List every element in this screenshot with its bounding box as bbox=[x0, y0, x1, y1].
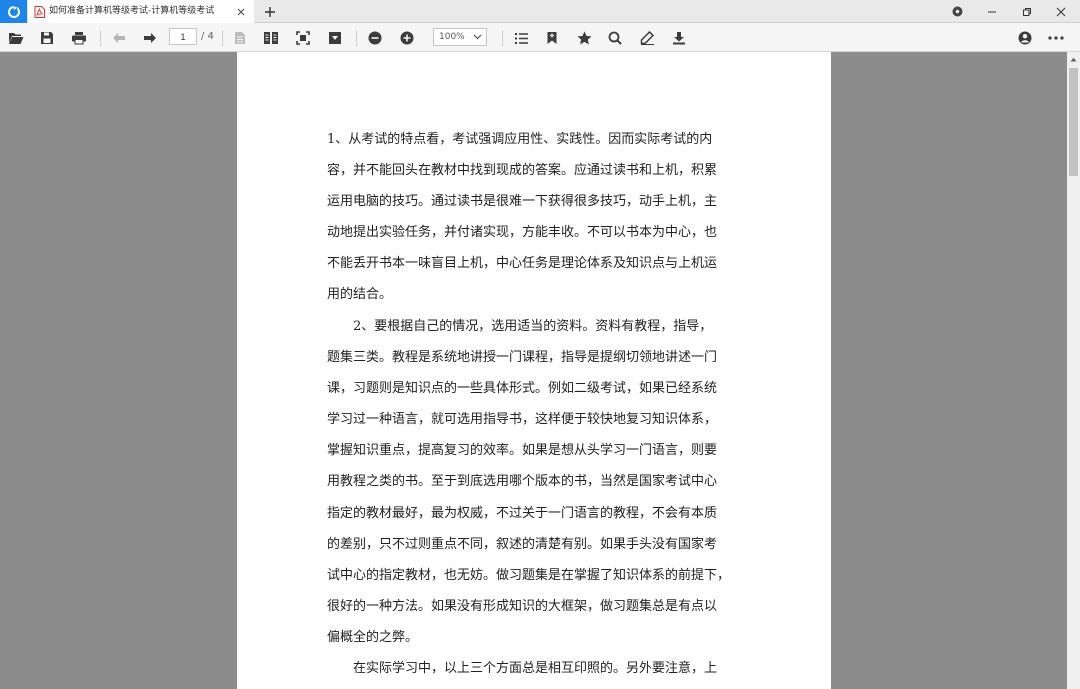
paragraph-1: 1、从考试的特点看，考试强调应用性、实践性。因而实际考试的内 容，并不能回头在教… bbox=[327, 124, 741, 311]
toolbar-separator bbox=[100, 30, 101, 46]
app-menu-button[interactable] bbox=[0, 0, 27, 23]
search-icon bbox=[608, 31, 622, 45]
minimize-button[interactable] bbox=[975, 0, 1009, 23]
document-viewer[interactable]: 1、从考试的特点看，考试强调应用性、实践性。因而实际考试的内 容，并不能回头在教… bbox=[0, 52, 1067, 689]
print-button[interactable] bbox=[68, 27, 90, 49]
scroll-thumb[interactable] bbox=[1069, 68, 1078, 176]
zoom-in-icon bbox=[400, 31, 414, 45]
paragraph-3: 在实际学习中，以上三个方面总是相互印照的。另外要注意，上 bbox=[327, 653, 741, 684]
text-line: 不能丢开书本一味盲目上机，中心任务是理论体系及知识点与上机运 bbox=[327, 256, 718, 272]
document-tab[interactable]: 如何准备计算机等级考试-计算机等级考试 bbox=[28, 0, 254, 23]
plus-icon bbox=[265, 7, 275, 17]
text-line: 指定的教材最好，最为权威，不过关于一门语言的教程，不会有本质 bbox=[327, 505, 718, 521]
zoom-select[interactable]: 100% bbox=[433, 28, 487, 46]
fit-page-button[interactable] bbox=[292, 27, 314, 49]
zoom-value: 100% bbox=[439, 32, 465, 42]
single-page-icon bbox=[235, 32, 245, 44]
text-line: 用教程之类的书。至于到底选用哪个版本的书，当然是国家考试中心 bbox=[327, 474, 718, 490]
text-line: 动地提出实验任务，并付诸实现，方能丰收。不可以书本为中心，也 bbox=[327, 225, 718, 241]
text-line: 运用电脑的技巧。通过读书是很难一下获得很多技巧，动手上机，主 bbox=[327, 194, 718, 210]
pen-icon bbox=[640, 31, 654, 45]
text-line: 用的结合。 bbox=[327, 287, 393, 303]
text-line: 掌握知识重点，提高复习的效率。如果是想从头学习一门语言，则要 bbox=[327, 443, 718, 459]
help-button[interactable] bbox=[940, 0, 974, 23]
toolbar-separator bbox=[222, 30, 223, 46]
text-line: 2、要根据自己的情况，选用适当的资料。资料有教程，指导， bbox=[327, 319, 713, 334]
page-number-input[interactable] bbox=[169, 28, 197, 45]
download-button[interactable] bbox=[668, 27, 690, 49]
toolbar-separator bbox=[502, 30, 503, 46]
scroll-up-button[interactable] bbox=[1067, 52, 1080, 66]
page-total-label: / 4 bbox=[201, 31, 214, 42]
two-page-button[interactable] bbox=[260, 27, 282, 49]
text-line: 题集三类。教程是系统地讲授一门课程，指导是提纲切领地讲述一门 bbox=[327, 350, 718, 366]
toolbar: / 4 bbox=[0, 23, 1080, 52]
close-icon bbox=[1056, 7, 1066, 16]
bookmark-icon bbox=[547, 32, 557, 44]
zoom-in-button[interactable] bbox=[396, 27, 418, 49]
refresh-icon bbox=[7, 4, 20, 18]
printer-icon bbox=[72, 32, 86, 45]
download-icon bbox=[673, 32, 685, 45]
pdf-page: 1、从考试的特点看，考试强调应用性、实践性。因而实际考试的内 容，并不能回头在教… bbox=[237, 52, 831, 689]
vertical-scrollbar[interactable] bbox=[1067, 52, 1080, 689]
restore-icon bbox=[1023, 7, 1031, 16]
restore-button[interactable] bbox=[1010, 0, 1044, 23]
more-icon bbox=[1048, 36, 1064, 40]
forward-button[interactable] bbox=[139, 27, 161, 49]
open-file-button[interactable] bbox=[5, 27, 27, 49]
search-button[interactable] bbox=[604, 27, 626, 49]
paragraph-2: 2、要根据自己的情况，选用适当的资料。资料有教程，指导， 题集三类。教程是系统地… bbox=[327, 311, 741, 653]
outline-button[interactable] bbox=[510, 27, 532, 49]
two-page-icon bbox=[264, 32, 278, 44]
single-page-button[interactable] bbox=[229, 27, 251, 49]
tab-title: 如何准备计算机等级考试-计算机等级考试 bbox=[49, 6, 215, 16]
minimize-icon bbox=[988, 11, 996, 12]
close-window-button[interactable] bbox=[1044, 0, 1078, 23]
annotate-button[interactable] bbox=[636, 27, 658, 49]
text-line: 的差别，只不过则重点不同，叙述的清楚有别。如果手头没有国家考 bbox=[327, 536, 718, 552]
close-icon bbox=[237, 8, 245, 15]
account-button[interactable] bbox=[1014, 27, 1036, 49]
zoom-out-icon bbox=[368, 31, 382, 45]
toolbar-separator bbox=[356, 30, 357, 46]
star-icon bbox=[577, 31, 591, 45]
text-line: 偏概全的之弊。 bbox=[327, 629, 419, 645]
back-button[interactable] bbox=[108, 27, 130, 49]
more-options-button[interactable] bbox=[1045, 27, 1067, 49]
rotate-page-button[interactable] bbox=[324, 27, 346, 49]
chevron-up-icon bbox=[1070, 57, 1077, 61]
text-line: 很好的一种方法。如果没有形成知识的大框架，做习题集总是有点以 bbox=[327, 598, 718, 614]
fit-page-icon bbox=[296, 31, 310, 45]
text-line: 试中心的指定教材，也无妨。做习题集是在掌握了知识体系的前提下， bbox=[327, 567, 731, 583]
text-line: 在实际学习中，以上三个方面总是相互印照的。另外要注意，上 bbox=[327, 661, 718, 676]
help-circle-icon bbox=[952, 6, 962, 17]
zoom-out-button[interactable] bbox=[364, 27, 386, 49]
folder-open-icon bbox=[9, 33, 24, 44]
tab-close-button[interactable] bbox=[234, 5, 248, 19]
text-line: 1、从考试的特点看，考试强调应用性、实践性。因而实际考试的内 bbox=[327, 132, 713, 147]
bookmark-button[interactable] bbox=[541, 27, 563, 49]
pdf-file-icon bbox=[34, 5, 45, 18]
user-icon bbox=[1018, 31, 1032, 45]
title-bar: 如何准备计算机等级考试-计算机等级考试 bbox=[0, 0, 1080, 23]
text-line: 课，习题则是知识点的一些具体形式。例如二级考试，如果已经系统 bbox=[327, 381, 718, 397]
favorite-button[interactable] bbox=[573, 27, 595, 49]
rotate-page-icon bbox=[329, 32, 341, 44]
arrow-right-icon bbox=[144, 33, 156, 43]
new-tab-button[interactable] bbox=[260, 2, 280, 22]
save-button[interactable] bbox=[36, 27, 58, 49]
text-line: 容，并不能回头在教材中找到现成的答案。应通过读书和上机，积累 bbox=[327, 163, 718, 179]
outline-list-icon bbox=[514, 32, 528, 44]
save-icon bbox=[41, 32, 53, 44]
arrow-left-icon bbox=[113, 33, 125, 43]
chevron-down-icon bbox=[473, 34, 482, 40]
text-line: 学习过一种语言，就可选用指导书，这样便于较快地复习知识体系， bbox=[327, 412, 718, 428]
